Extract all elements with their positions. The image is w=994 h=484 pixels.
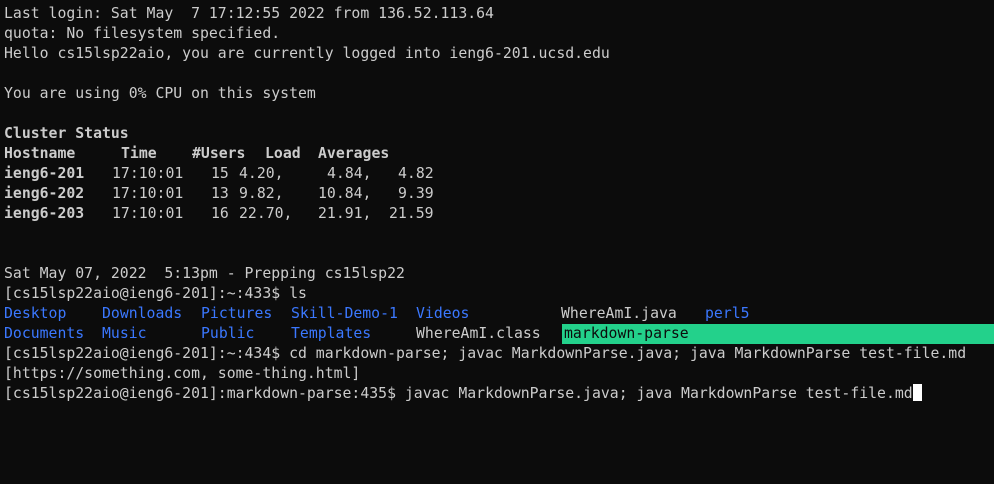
shell-prompt: [cs15lsp22aio@ieng6-201]:~:434$ (4, 345, 290, 362)
ls-dir-entry: Videos (416, 305, 470, 322)
cluster-row: ieng6-203 17:10:01 16 22.70, 21.91, 21.5… (4, 204, 994, 224)
prepping-line: Sat May 07, 2022 5:13pm - Prepping cs15l… (4, 265, 405, 282)
ls-dir-entry: Downloads (102, 305, 183, 322)
ls-dir-entry: Templates (291, 325, 372, 342)
cluster-time: 17:10:01 (112, 165, 184, 182)
header-averages: Averages (318, 145, 390, 162)
text-cursor (912, 384, 922, 401)
cluster-status-title: Cluster Status (4, 125, 129, 142)
command-line: [cs15lsp22aio@ieng6-201]:~:434$ cd markd… (4, 344, 994, 364)
cluster-load-15: 9.39 (398, 185, 434, 202)
cluster-time: 17:10:01 (112, 205, 184, 222)
ls-dir-entry: Desktop (4, 305, 67, 322)
cluster-host: ieng6-203 (4, 205, 85, 222)
command-text: cd markdown-parse; javac MarkdownParse.j… (289, 345, 967, 362)
header-hostname: Hostname (4, 145, 76, 162)
ls-dir-entry: Music (102, 325, 147, 342)
cluster-host: ieng6-202 (4, 185, 85, 202)
active-command-line[interactable]: [cs15lsp22aio@ieng6-201]:markdown-parse:… (4, 384, 994, 404)
cluster-header-row: Hostname Time #Users Load Averages (4, 144, 994, 164)
ls-dir-entry: Documents (4, 325, 85, 342)
ls-file-entry: WhereAmI.class (416, 325, 541, 342)
ls-output-row: Documents Music Public Templates WhereAm… (4, 324, 994, 344)
cluster-time: 17:10:01 (112, 185, 184, 202)
command-line: [cs15lsp22aio@ieng6-201]:~:433$ ls (4, 284, 994, 304)
last-login-line: Last login: Sat May 7 17:12:55 2022 from… (4, 5, 494, 22)
command-input[interactable]: javac MarkdownParse.java; java MarkdownP… (405, 385, 913, 402)
shell-prompt: [cs15lsp22aio@ieng6-201]:markdown-parse:… (4, 385, 405, 402)
cluster-load-1: 9.82, (239, 185, 284, 202)
header-users: #Users (192, 145, 246, 162)
program-output-line: [https://something.com, some-thing.html] (4, 365, 361, 382)
cluster-load-5: 10.84, (318, 185, 372, 202)
cpu-line: You are using 0% CPU on this system (4, 85, 316, 102)
cluster-load-15: 4.82 (398, 165, 434, 182)
terminal-window[interactable]: Last login: Sat May 7 17:12:55 2022 from… (0, 0, 994, 448)
cluster-load-1: 22.70, (239, 205, 293, 222)
shell-prompt: [cs15lsp22aio@ieng6-201]:~:433$ (4, 285, 290, 302)
hello-line: Hello cs15lsp22aio, you are currently lo… (4, 45, 610, 62)
cluster-users: 13 (211, 185, 229, 202)
header-load: Load (265, 145, 301, 162)
ls-dir-entry: Skill-Demo-1 (291, 305, 398, 322)
cluster-load-1: 4.20, (239, 165, 284, 182)
ls-output-row: Desktop Downloads Pictures Skill-Demo-1 … (4, 304, 994, 324)
cluster-load-5: 4.84, (327, 165, 372, 182)
ls-dir-entry: Public (201, 325, 255, 342)
cluster-row: ieng6-202 17:10:01 13 9.82, 10.84, 9.39 (4, 184, 994, 204)
cluster-row: ieng6-201 17:10:01 15 4.20, 4.84, 4.82 (4, 164, 994, 184)
cluster-load-5: 21.91, (318, 205, 372, 222)
ls-highlighted-dir-entry: markdown-parse (562, 324, 994, 344)
cluster-users: 15 (211, 165, 229, 182)
cluster-users: 16 (211, 205, 229, 222)
ls-dir-entry: Pictures (201, 305, 273, 322)
ls-dir-entry: perl5 (705, 305, 750, 322)
ls-file-entry: WhereAmI.java (561, 305, 677, 322)
cluster-load-15: 21.59 (389, 205, 434, 222)
quota-line: quota: No filesystem specified. (4, 25, 281, 42)
header-time: Time (121, 145, 157, 162)
cluster-host: ieng6-201 (4, 165, 85, 182)
command-text: ls (289, 285, 307, 302)
